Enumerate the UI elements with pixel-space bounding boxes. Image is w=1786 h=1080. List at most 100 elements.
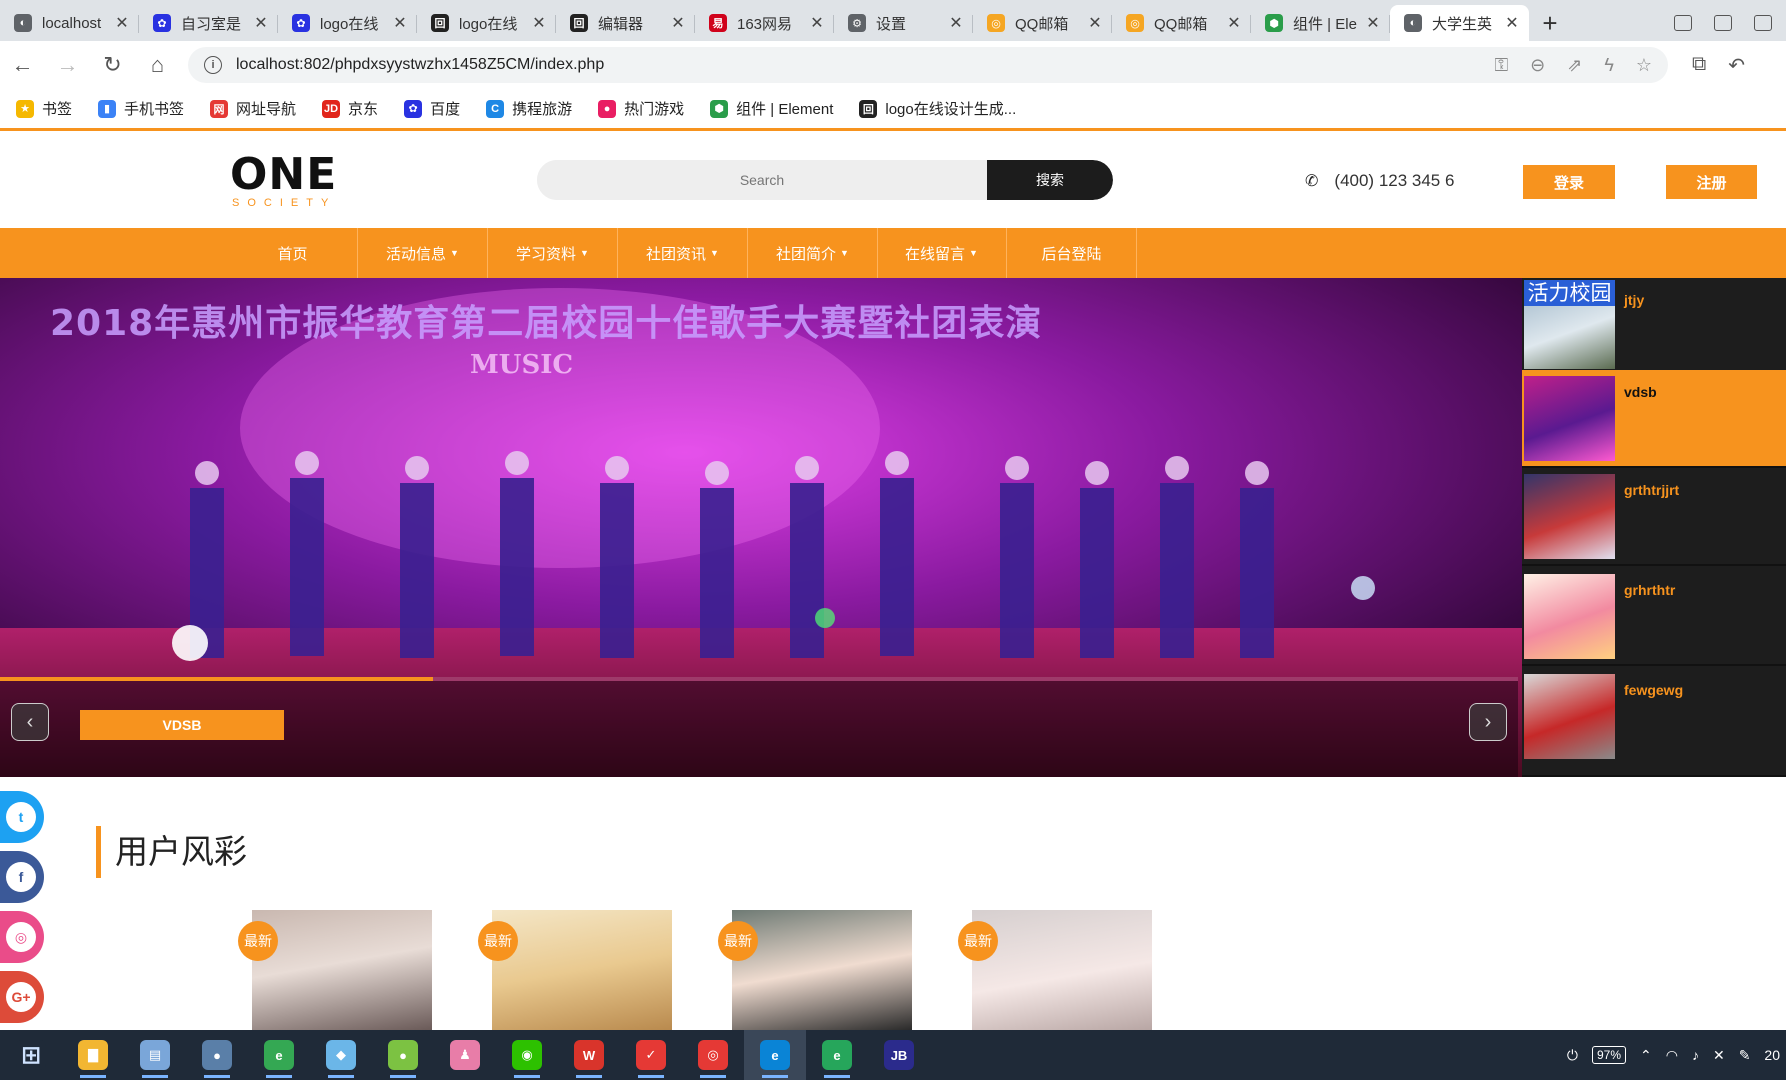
tab-close-icon[interactable]: ✕ (947, 13, 965, 33)
browser-tab[interactable]: ⬢ 组件 | Ele ✕ (1251, 5, 1390, 41)
new-tab-button[interactable]: + (1529, 5, 1571, 41)
bookmark-item[interactable]: ● 热门游戏 (598, 98, 684, 119)
key-icon[interactable]: ⚿ (1494, 55, 1508, 76)
browser-tab[interactable]: ◐ localhost ✕ (0, 5, 139, 41)
music-red-taskbar-icon[interactable]: ◎ (682, 1030, 744, 1080)
tray-expand-icon[interactable]: ⌃ (1640, 1047, 1652, 1064)
user-card-image[interactable] (492, 910, 672, 1030)
browser-tab[interactable]: ◐ 大学生英 ✕ (1390, 5, 1529, 41)
start-taskbar-icon[interactable]: ⊞ (0, 1030, 62, 1080)
slider-prev-button[interactable]: ‹ (11, 703, 49, 741)
register-button[interactable]: 注册 (1666, 165, 1757, 199)
bookmark-item[interactable]: JD 京东 (322, 98, 378, 119)
nav-item[interactable]: 活动信息 ▼ (358, 228, 488, 278)
back-button[interactable]: ← (0, 52, 45, 78)
media-red-taskbar-icon[interactable]: ✓ (620, 1030, 682, 1080)
power-plug-icon[interactable]: ⏻ (1567, 1047, 1578, 1064)
figure-app-taskbar-icon[interactable]: ♟ (434, 1030, 496, 1080)
site-info-icon[interactable]: i (204, 56, 222, 74)
clock-text[interactable]: 20 (1764, 1047, 1780, 1063)
bookmark-item[interactable]: C 携程旅游 (486, 98, 572, 119)
reload-button[interactable]: ↻ (90, 52, 135, 78)
browser-tab[interactable]: ✿ logo在线 ✕ (278, 5, 417, 41)
share-icon[interactable]: ⇗ (1567, 55, 1582, 76)
browser-tab[interactable]: ◎ QQ邮箱 ✕ (973, 5, 1112, 41)
user-card-image[interactable] (732, 910, 912, 1030)
slider-thumbnail-item[interactable]: jtjy 活力校园 (1522, 278, 1786, 376)
bookmark-item[interactable]: ⬢ 组件 | Element (710, 98, 833, 119)
tab-close-icon[interactable]: ✕ (669, 13, 687, 33)
forward-button[interactable]: → (45, 52, 90, 78)
site-logo[interactable]: ONE SOCIETY (230, 153, 337, 210)
incognito-icon[interactable] (1714, 15, 1732, 31)
file-explorer-taskbar-icon[interactable]: ▇ (62, 1030, 124, 1080)
bookmark-star-icon[interactable]: ☆ (1636, 55, 1652, 76)
browser-tab[interactable]: 回编辑器 ✕ (556, 5, 695, 41)
network-icon[interactable]: ◠ (1666, 1047, 1678, 1064)
user-card-image[interactable] (252, 910, 432, 1030)
tab-close-icon[interactable]: ✕ (1364, 13, 1382, 33)
tab-close-icon[interactable]: ✕ (1225, 13, 1243, 33)
nav-item[interactable]: 首页 (228, 228, 358, 278)
dribbble-share-button[interactable]: ◎ (0, 911, 44, 963)
browser-green-taskbar-icon[interactable]: e (248, 1030, 310, 1080)
search-button[interactable]: 搜索 (987, 160, 1113, 200)
extensions-icon[interactable] (1754, 15, 1772, 31)
nav-item[interactable]: 在线留言 ▼ (877, 228, 1007, 278)
browser-tab[interactable]: ◎ QQ邮箱 ✕ (1112, 5, 1251, 41)
notepad-taskbar-icon[interactable]: ▤ (124, 1030, 186, 1080)
bookmark-item[interactable]: ✿ 百度 (404, 98, 460, 119)
green-circle-taskbar-icon[interactable]: e (806, 1030, 868, 1080)
nav-item[interactable]: 社团资讯 ▼ (618, 228, 748, 278)
frog-app-taskbar-icon[interactable]: ● (372, 1030, 434, 1080)
user-card-image[interactable] (972, 910, 1152, 1030)
slider-thumbnail-item[interactable]: grhrthtr (1522, 568, 1786, 666)
tab-search-icon[interactable] (1674, 15, 1692, 31)
url-omnibox[interactable]: i localhost:802/phpdxsyystwzhx1458Z5CM/i… (188, 47, 1668, 83)
bookmark-item[interactable]: 回 logo在线设计生成... (859, 98, 1016, 119)
tab-close-icon[interactable]: ✕ (1503, 13, 1521, 33)
slider-thumbnail-item[interactable]: fewgewg (1522, 668, 1786, 777)
tab-close-icon[interactable]: ✕ (391, 13, 409, 33)
lightning-icon[interactable]: ϟ (1604, 55, 1614, 76)
bookmark-item[interactable]: 网网址导航 (210, 98, 296, 119)
browser-tab[interactable]: 易 163网易 ✕ (695, 5, 834, 41)
facebook-share-button[interactable]: f (0, 851, 44, 903)
battery-indicator[interactable]: 97% (1591, 1046, 1626, 1064)
wps-taskbar-icon[interactable]: W (558, 1030, 620, 1080)
slider-thumbnail-item[interactable]: vdsb (1522, 370, 1786, 468)
undo-menu-icon[interactable]: ↶ (1728, 53, 1745, 78)
tab-close-icon[interactable]: ✕ (1086, 13, 1104, 33)
bookmark-item[interactable]: ▮ 手机书签 (98, 98, 184, 119)
zoom-icon[interactable]: ⊖ (1530, 55, 1545, 76)
editor-taskbar-icon[interactable]: ◆ (310, 1030, 372, 1080)
google-plus-share-button[interactable]: G+ (0, 971, 44, 1023)
nav-item[interactable]: 后台登陆 (1007, 228, 1137, 278)
login-button[interactable]: 登录 (1523, 165, 1615, 199)
jetbrains-taskbar-icon[interactable]: JB (868, 1030, 930, 1080)
slide-caption-button[interactable]: VDSB (80, 710, 284, 740)
slider-next-button[interactable]: › (1469, 703, 1507, 741)
nav-item[interactable]: 学习资料 ▼ (488, 228, 618, 278)
tab-close-icon[interactable]: ✕ (113, 13, 131, 33)
browser-tab[interactable]: ✿ 自习室是 ✕ (139, 5, 278, 41)
volume-icon[interactable]: ♪ (1692, 1047, 1699, 1063)
extension-puzzle-icon[interactable]: ⧉ (1692, 53, 1706, 78)
notification-icon[interactable]: ✕ (1713, 1047, 1725, 1064)
browser-tab[interactable]: ⚙ 设置 ✕ (834, 5, 973, 41)
tab-close-icon[interactable]: ✕ (530, 13, 548, 33)
avatar-app-taskbar-icon[interactable]: ● (186, 1030, 248, 1080)
bookmark-item[interactable]: ★ 书签 (16, 98, 72, 119)
pen-icon[interactable]: ✎ (1739, 1047, 1751, 1064)
tab-close-icon[interactable]: ✕ (808, 13, 826, 33)
nav-item[interactable]: 社团简介 ▼ (748, 228, 878, 278)
tab-close-icon[interactable]: ✕ (252, 13, 270, 33)
edge-taskbar-icon[interactable]: e (744, 1030, 806, 1080)
wechat-taskbar-icon[interactable]: ◉ (496, 1030, 558, 1080)
home-button[interactable]: ⌂ (135, 52, 180, 78)
twitter-share-button[interactable]: t (0, 791, 44, 843)
slider-thumbnail-item[interactable]: grthtrjjrt (1522, 468, 1786, 566)
browser-tab[interactable]: 回 logo在线 ✕ (417, 5, 556, 41)
search-input[interactable] (537, 160, 987, 200)
url-text[interactable]: localhost:802/phpdxsyystwzhx1458Z5CM/ind… (236, 56, 604, 74)
